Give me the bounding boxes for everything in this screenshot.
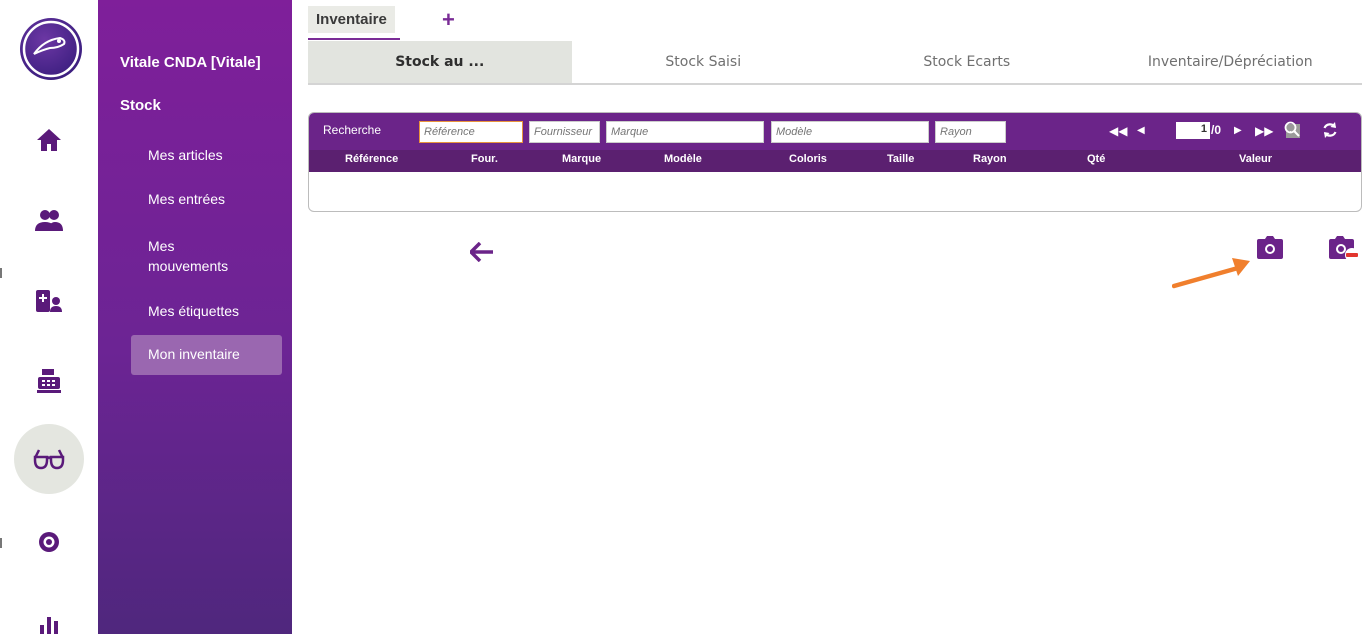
col-reference[interactable]: Référence [345, 153, 398, 165]
sidebar-item-inventaire[interactable]: Mon inventaire [131, 335, 282, 375]
col-valeur[interactable]: Valeur [1239, 153, 1272, 165]
camera-remove-icon[interactable] [1328, 235, 1362, 268]
eye-icon[interactable] [14, 507, 84, 577]
last-page-button[interactable]: ▶▶ [1255, 123, 1273, 139]
subtab-stock-saisi[interactable]: Stock Saisi [572, 41, 836, 83]
subtab-stock-ecarts[interactable]: Stock Ecarts [835, 41, 1099, 83]
marque-search-input[interactable] [606, 121, 764, 143]
stock-grid: Recherche ... ◀◀ ◀ 1 /0 ▶ ▶▶ [308, 112, 1362, 212]
sidebar-item-entrees[interactable]: Mes entrées [148, 189, 225, 209]
search-label: Recherche [323, 123, 382, 137]
subtab-bar: Stock au ... Stock Saisi Stock Ecarts In… [308, 41, 1362, 85]
bar-chart-icon[interactable] [14, 588, 84, 634]
col-rayon[interactable]: Rayon [973, 153, 1007, 165]
rail-divider [0, 268, 2, 278]
users-icon[interactable] [14, 186, 84, 256]
grid-header: Référence Four. Marque Modèle Coloris Ta… [309, 150, 1361, 172]
logo-icon[interactable] [20, 18, 82, 80]
cash-register-icon[interactable] [14, 346, 84, 416]
next-page-button[interactable]: ▶ [1234, 123, 1242, 139]
search-icon[interactable] [1284, 121, 1300, 141]
sidebar-item-mouvements[interactable]: Mes mouvements [148, 236, 228, 276]
icon-rail [0, 0, 98, 634]
col-taille[interactable]: Taille [887, 153, 914, 165]
glasses-icon[interactable] [14, 424, 84, 494]
section-title: Stock [120, 97, 161, 114]
page-total: /0 [1211, 123, 1222, 137]
prev-page-button[interactable]: ◀ [1137, 123, 1145, 139]
subtab-inventaire-depreciation[interactable]: Inventaire/Dépréciation [1099, 41, 1363, 83]
annotation-arrow-icon [1171, 256, 1260, 295]
refresh-icon[interactable] [1321, 121, 1339, 143]
fournisseur-search-input[interactable] [529, 121, 600, 143]
col-marque[interactable]: Marque [562, 153, 601, 165]
page-number-input[interactable]: 1 [1176, 122, 1210, 139]
reference-search-input[interactable] [419, 121, 523, 143]
col-fournisseur[interactable]: Four. [471, 153, 498, 165]
col-qte[interactable]: Qté [1087, 153, 1105, 165]
rail-divider [0, 538, 2, 548]
app-root: Vitale CNDA [Vitale] Stock Mes articles … [0, 0, 1371, 634]
sidebar: Vitale CNDA [Vitale] Stock Mes articles … [98, 0, 292, 634]
sidebar-item-etiquettes[interactable]: Mes étiquettes [148, 301, 239, 321]
rayon-search-input[interactable] [935, 121, 1006, 143]
sidebar-item-articles[interactable]: Mes articles [148, 145, 223, 165]
home-icon[interactable] [14, 105, 84, 175]
patient-card-icon[interactable] [14, 266, 84, 336]
add-tab-button[interactable]: + [442, 8, 455, 32]
subtab-stock-au[interactable]: Stock au ... [308, 41, 572, 83]
modele-search-input[interactable] [771, 121, 929, 143]
tab-label: Inventaire [308, 6, 395, 33]
tab-inventaire[interactable]: Inventaire [308, 6, 400, 40]
back-arrow-icon[interactable] [469, 241, 494, 267]
col-modele[interactable]: Modèle [664, 153, 702, 165]
camera-icon[interactable] [1256, 235, 1284, 266]
search-bar: Recherche ... ◀◀ ◀ 1 /0 ▶ ▶▶ [309, 113, 1361, 150]
first-page-button[interactable]: ◀◀ [1109, 123, 1127, 139]
col-coloris[interactable]: Coloris [789, 153, 827, 165]
company-name: Vitale CNDA [Vitale] [120, 54, 261, 71]
